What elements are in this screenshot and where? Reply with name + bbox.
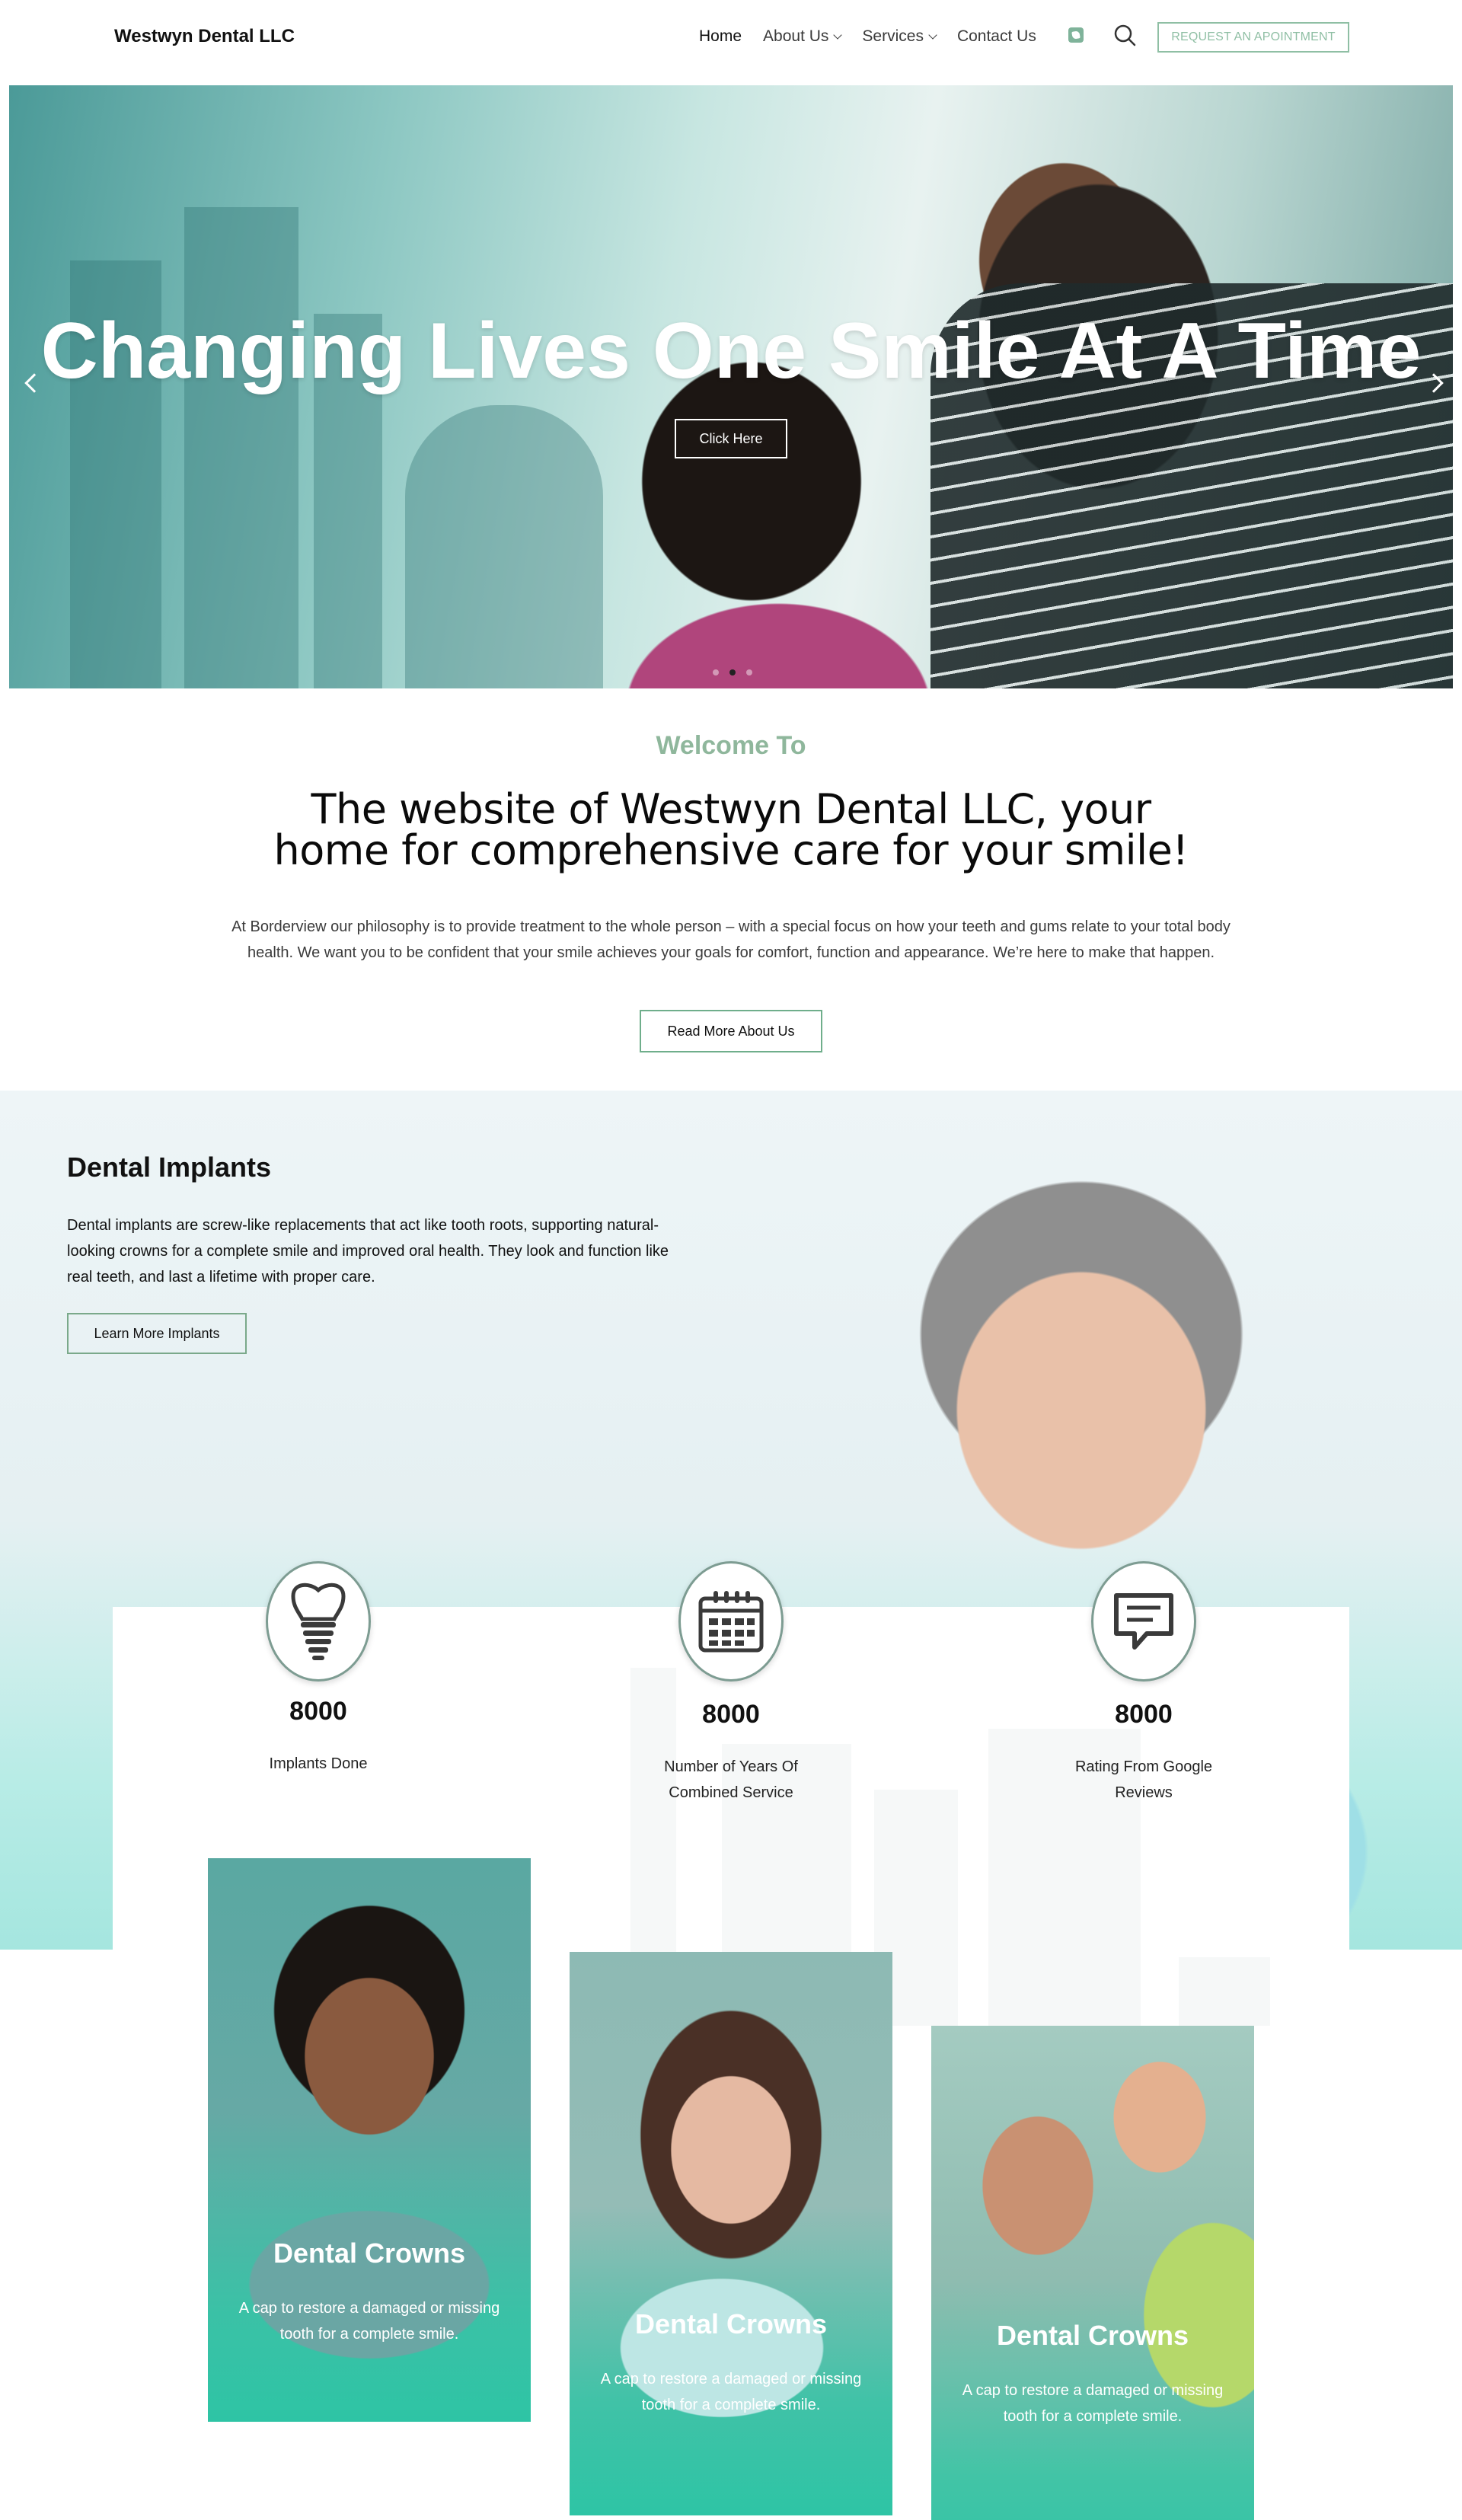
read-more-about-us-button[interactable]: Read More About Us [640,1010,822,1052]
welcome-label: Welcome To [656,731,806,760]
stat-number: 8000 [289,1697,347,1726]
chevron-down-icon [928,30,937,40]
slider-dot[interactable] [746,669,752,676]
stat-label: Rating From Google Reviews [1074,1758,1213,1801]
hero-slider: Changing Lives One Smile At A Time Click… [9,85,1453,688]
request-appointment-button[interactable]: REQUEST AN APOINTMENT [1157,22,1349,53]
hero-title: Changing Lives One Smile At A Time [40,307,1422,395]
stat-icon-circle [1091,1561,1196,1682]
site-logo[interactable]: Westwyn Dental LLC [114,26,295,47]
nav-item-label: Home [699,27,742,45]
card-photo-father-and-son [931,2026,1254,2520]
calendar-icon [698,1591,764,1653]
stat-icon-circle [678,1561,784,1682]
nav-item-contact-us[interactable]: Contact Us [957,27,1036,46]
nav-item-home[interactable]: Home [699,27,742,46]
implants-text: Dental implants are screw-like replaceme… [67,1217,669,1286]
card-title: Dental Crowns [634,2308,828,2340]
hero-background-building [405,405,603,688]
nav-item-about-us[interactable]: About Us [763,27,843,46]
card-title: Dental Crowns [273,2237,466,2269]
welcome-title: The website of Westwyn Dental LLC, your … [273,785,1189,874]
service-card-crowns[interactable]: Dental Crowns A cap to restore a damaged… [931,2026,1254,2520]
stat-number: 8000 [1115,1700,1173,1729]
slider-dot[interactable] [713,669,719,676]
stat-years-of-service: 8000 Number of Years Of Combined Service [609,1561,853,1806]
chevron-down-icon [833,30,843,40]
nav-item-label: Services [862,27,924,45]
service-card-crowns[interactable]: Dental Crowns A cap to restore a damaged… [570,1952,892,2515]
slider-dot-active[interactable] [729,669,736,676]
card-text: A cap to restore a damaged or missing to… [238,2300,500,2343]
card-text: A cap to restore a damaged or missing to… [600,2371,862,2413]
learn-more-implants-button[interactable]: Learn More Implants [67,1313,247,1354]
implants-title: Dental Implants [67,1151,272,1183]
search-icon[interactable] [1113,24,1136,46]
card-title: Dental Crowns [996,2320,1189,2351]
hero-background-building [184,207,298,688]
stat-label: Number of Years Of Combined Service [664,1758,798,1801]
stat-google-rating: 8000 Rating From Google Reviews [1022,1561,1266,1806]
hero-click-here-button[interactable]: Click Here [675,419,787,458]
stat-icon-circle [266,1561,371,1682]
nav-item-label: Contact Us [956,27,1036,45]
nav-item-services[interactable]: Services [862,27,937,46]
stat-implants: 8000 Implants Done [196,1561,440,1777]
welcome-text: At Borderview our philosophy is to provi… [231,918,1231,961]
tooth-implant-icon [291,1583,346,1660]
slider-dots [713,669,752,676]
main-nav: Home About Us Services Contact Us [699,27,1058,46]
service-card-crowns[interactable]: Dental Crowns A cap to restore a damaged… [208,1858,531,2422]
phone-icon[interactable] [1068,27,1084,43]
card-photo-woman-aligner [570,1952,892,2515]
card-text: A cap to restore a damaged or missing to… [962,2382,1224,2425]
stat-number: 8000 [702,1700,760,1729]
review-chat-icon [1114,1593,1173,1650]
nav-item-label: About Us [763,27,829,45]
site-header: Westwyn Dental LLC Home About Us Service… [0,0,1462,85]
stat-label: Implants Done [269,1755,368,1772]
